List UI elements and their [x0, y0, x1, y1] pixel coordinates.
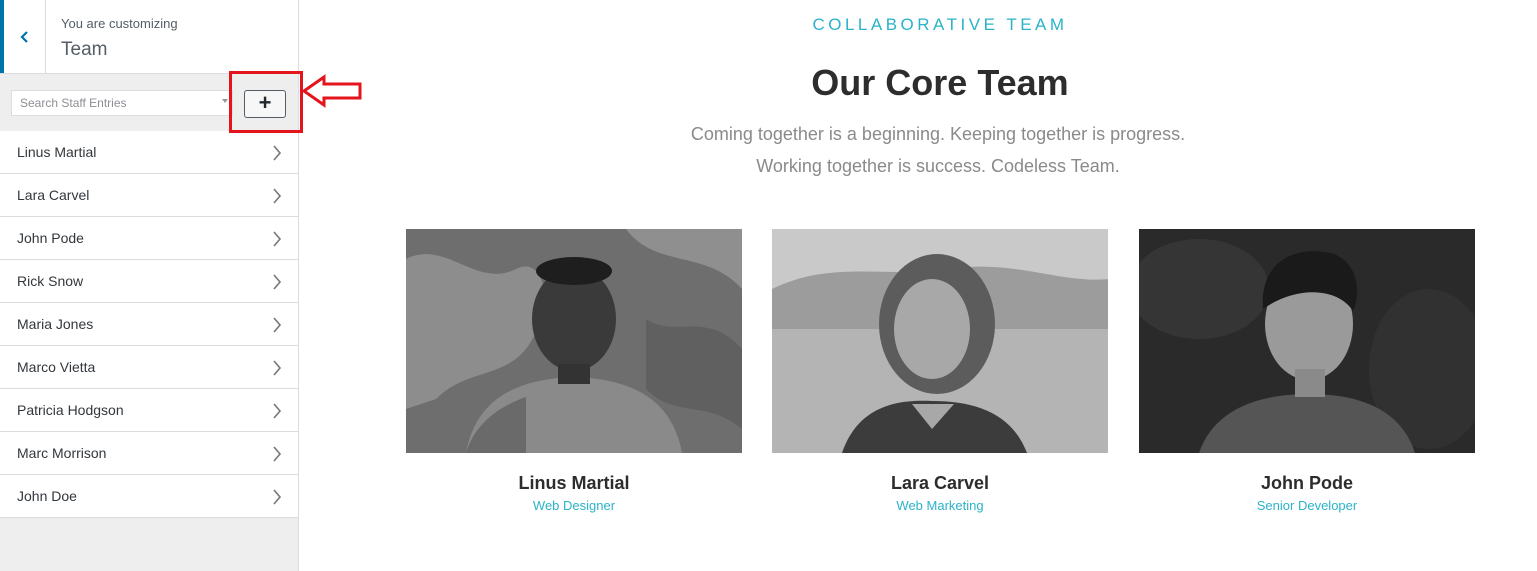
chevron-right-icon — [273, 145, 282, 161]
staff-item[interactable]: Lara Carvel — [0, 174, 298, 217]
staff-item-name: Rick Snow — [17, 273, 84, 289]
team-card[interactable]: Lara Carvel Web Marketing — [772, 229, 1108, 513]
staff-item-name: Linus Martial — [17, 144, 97, 160]
staff-item[interactable]: Marc Morrison — [0, 432, 298, 475]
staff-item-name: Maria Jones — [17, 316, 94, 332]
team-photo — [1139, 229, 1475, 453]
staff-item-name: Marco Vietta — [17, 359, 96, 375]
team-member-name: Linus Martial — [518, 473, 630, 493]
back-button[interactable] — [0, 0, 46, 73]
staff-item[interactable]: Patricia Hodgson — [0, 389, 298, 432]
team-photo — [772, 229, 1108, 453]
search-select[interactable] — [11, 90, 233, 116]
search-input[interactable] — [12, 91, 228, 115]
chevron-right-icon — [273, 274, 282, 290]
team-member-role: Web Designer — [532, 498, 616, 513]
chevron-right-icon — [273, 360, 282, 376]
customizing-label: You are customizing — [61, 16, 178, 31]
team-member-role: Senior Developer — [1256, 498, 1358, 513]
staff-item[interactable]: John Doe — [0, 475, 298, 518]
site-preview: COLLABORATIVE TEAM Our Core Team Coming … — [299, 0, 1537, 571]
team-member-name: Lara Carvel — [890, 473, 990, 493]
section-eyebrow: COLLABORATIVE TEAM — [812, 15, 1068, 34]
staff-item[interactable]: Rick Snow — [0, 260, 298, 303]
section-title: Team — [61, 39, 108, 60]
chevron-right-icon — [273, 231, 282, 247]
chevron-right-icon — [273, 188, 282, 204]
chevron-right-icon — [273, 317, 282, 333]
subtitle-line: Working together is success. Codeless Te… — [756, 156, 1120, 176]
chevron-right-icon — [273, 446, 282, 462]
team-member-role: Web Marketing — [896, 498, 984, 513]
staff-item[interactable]: Linus Martial — [0, 131, 298, 174]
team-card[interactable]: John Pode Senior Developer — [1139, 229, 1475, 513]
staff-item-name: Lara Carvel — [17, 187, 90, 203]
team-photo — [406, 229, 742, 453]
dropdown-caret-icon — [222, 99, 228, 103]
chevron-right-icon — [273, 403, 282, 419]
staff-item[interactable]: Marco Vietta — [0, 346, 298, 389]
team-card[interactable]: Linus Martial Web Designer — [406, 229, 742, 513]
section-headline: Our Core Team — [811, 62, 1069, 103]
customizer-header: You are customizing Team — [0, 0, 298, 74]
subtitle-line: Coming together is a beginning. Keeping … — [690, 124, 1186, 144]
staff-item[interactable]: Maria Jones — [0, 303, 298, 346]
chevron-right-icon — [273, 489, 282, 505]
annotation-highlight-box — [229, 71, 303, 133]
staff-list: Linus Martial Lara Carvel John Pode Rick… — [0, 131, 298, 518]
staff-item-name: Patricia Hodgson — [17, 402, 124, 418]
team-member-name: John Pode — [1260, 473, 1353, 493]
staff-item-name: Marc Morrison — [17, 445, 107, 461]
section-subtitle: Coming together is a beginning. Keeping … — [299, 118, 1537, 182]
staff-item-name: John Pode — [17, 230, 84, 246]
staff-item[interactable]: John Pode — [0, 217, 298, 260]
staff-item-name: John Doe — [17, 488, 77, 504]
chevron-left-icon — [20, 31, 28, 43]
